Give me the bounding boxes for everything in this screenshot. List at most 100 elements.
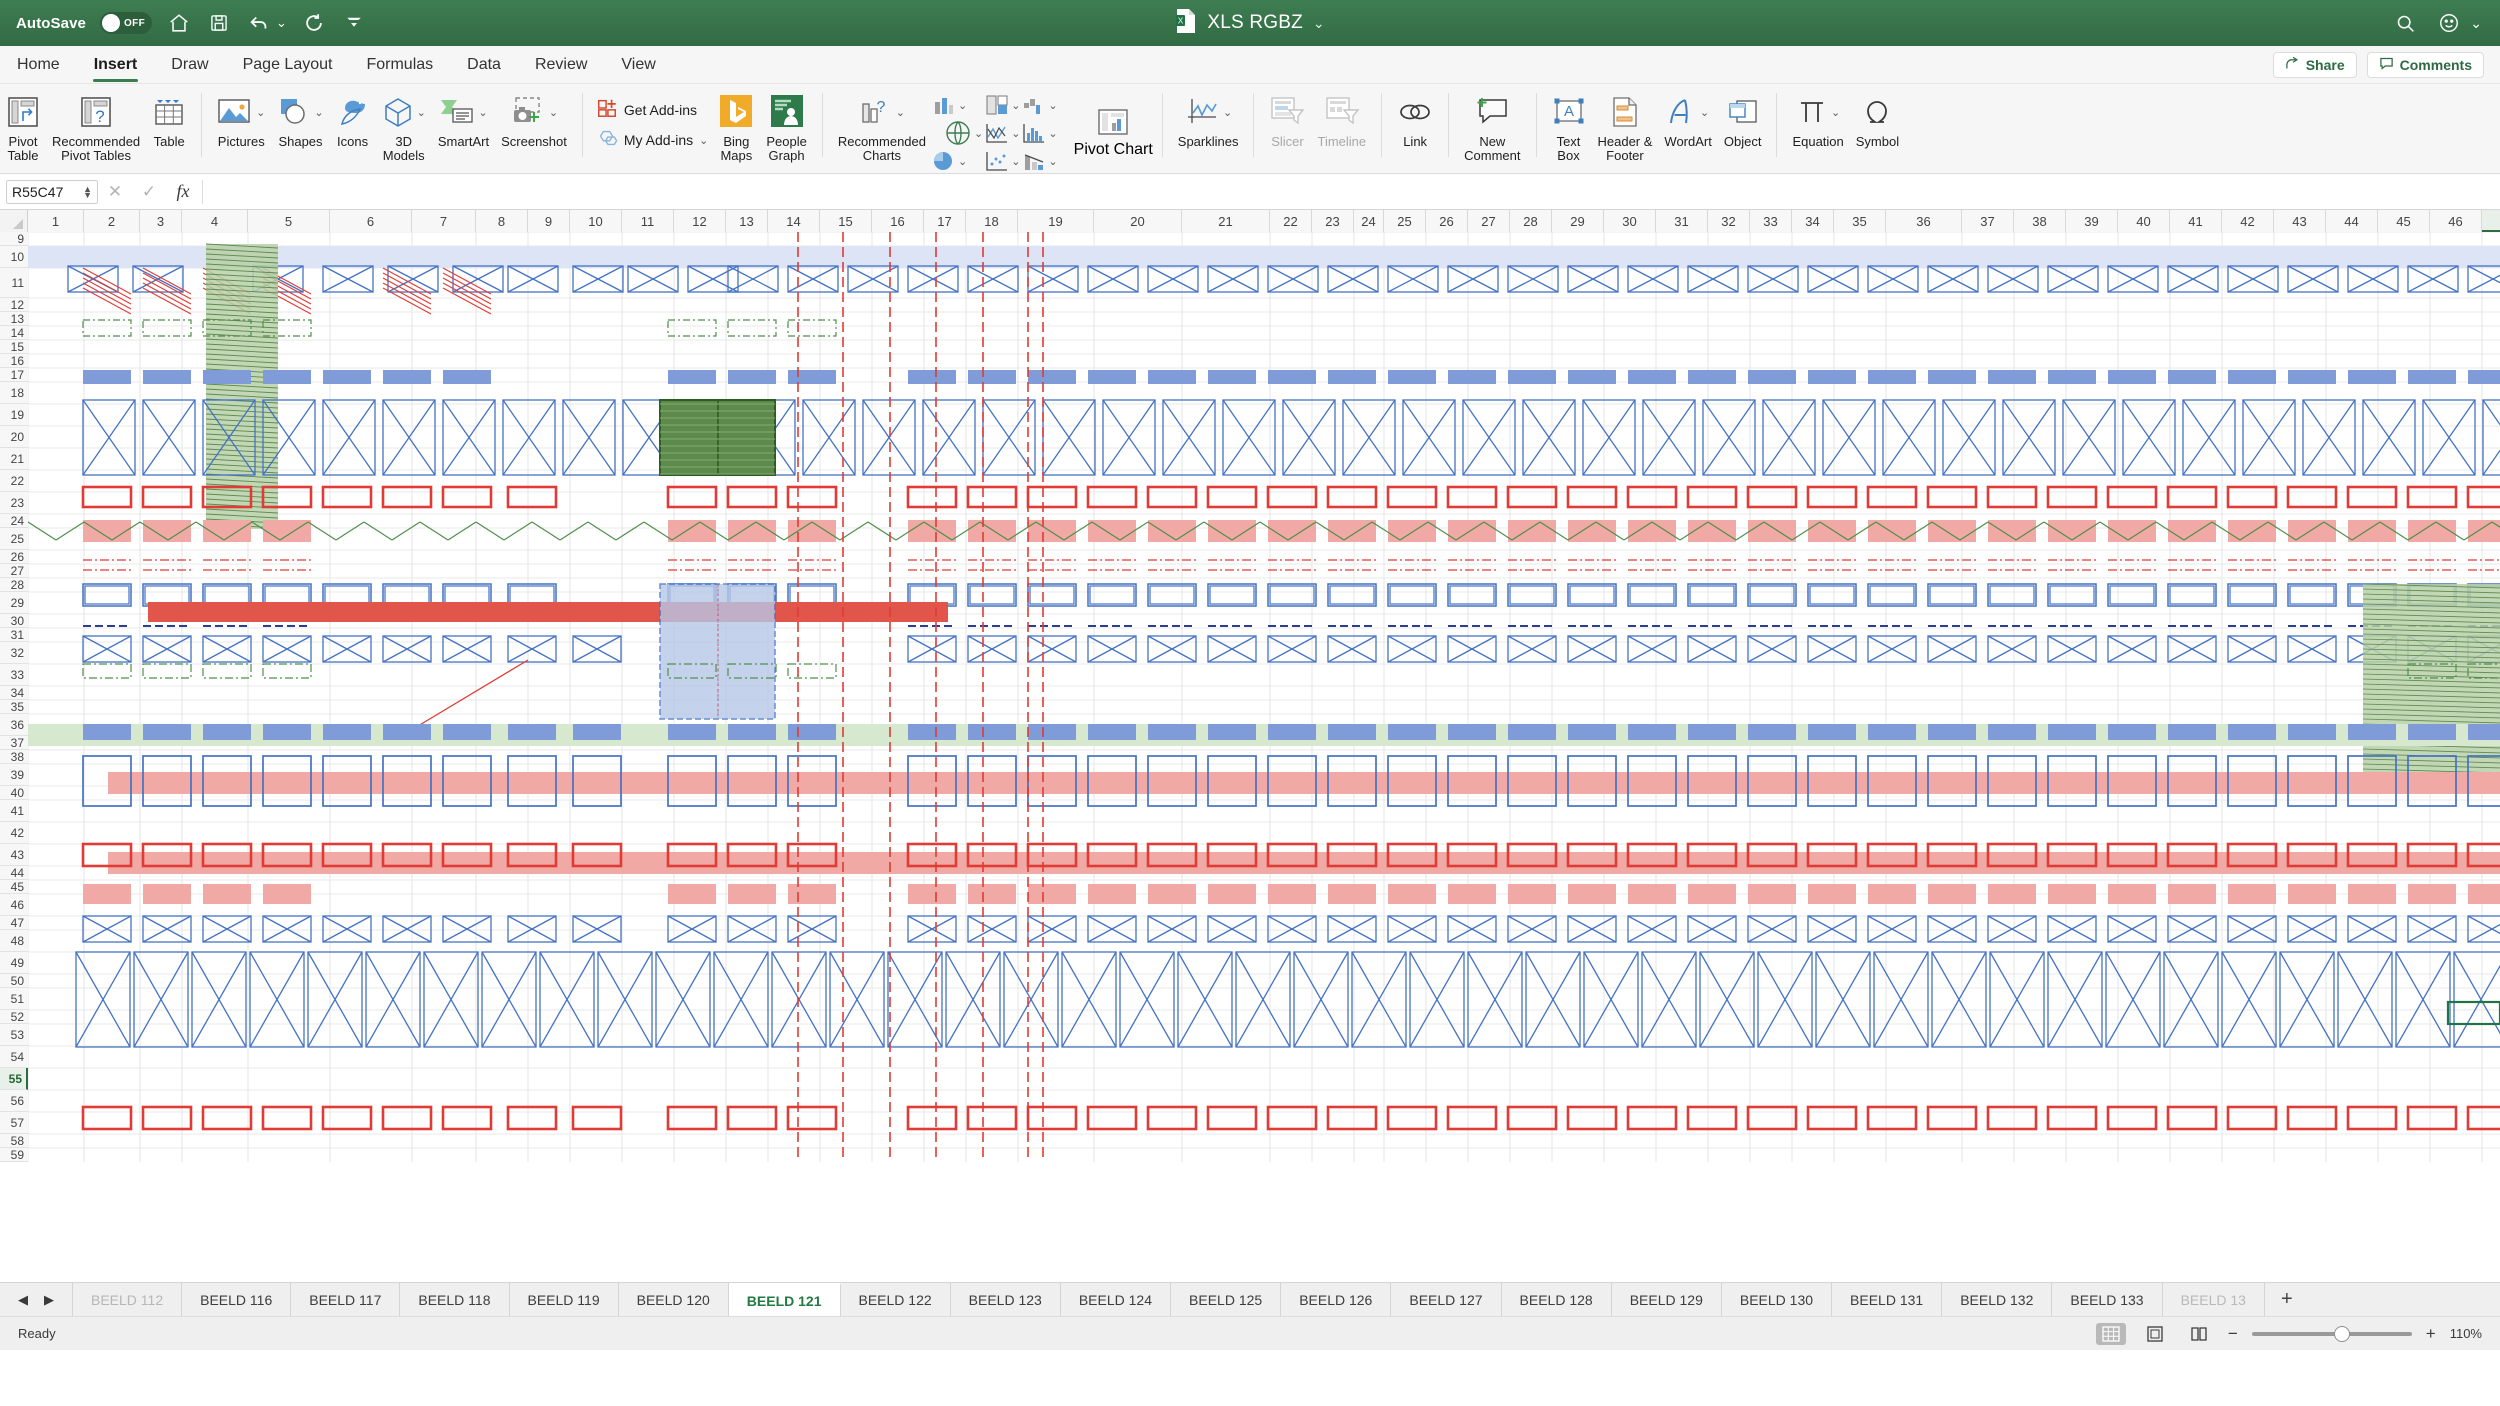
column-header-24[interactable]: 24 <box>1354 210 1384 232</box>
column-header-22[interactable]: 22 <box>1270 210 1312 232</box>
statistic-chart-button[interactable]: ⌄ <box>1022 119 1057 147</box>
row-header-33[interactable]: 33 <box>0 664 28 686</box>
wordart-chevron-icon[interactable]: ⌄ <box>1700 106 1709 119</box>
statistic-chart-chevron-icon[interactable]: ⌄ <box>1048 127 1057 140</box>
column-header-43[interactable]: 43 <box>2274 210 2326 232</box>
sheet-tab-beeld-118[interactable]: BEELD 118 <box>400 1283 509 1316</box>
row-header-40[interactable]: 40 <box>0 786 28 800</box>
row-header-48[interactable]: 48 <box>0 930 28 952</box>
tab-formulas[interactable]: Formulas <box>349 46 450 84</box>
sheet-tab-beeld-127[interactable]: BEELD 127 <box>1391 1283 1501 1316</box>
formula-input[interactable] <box>202 180 2500 204</box>
row-header-59[interactable]: 59 <box>0 1148 28 1162</box>
column-header-27[interactable]: 27 <box>1468 210 1510 232</box>
row-header-20[interactable]: 20 <box>0 426 28 448</box>
row-header-21[interactable]: 21 <box>0 448 28 470</box>
row-header-41[interactable]: 41 <box>0 800 28 822</box>
people-graph-button[interactable]: People Graph <box>760 89 812 165</box>
sheet-tab-beeld-126[interactable]: BEELD 126 <box>1281 1283 1391 1316</box>
row-header-34[interactable]: 34 <box>0 686 28 700</box>
zoom-level-label[interactable]: 110% <box>2450 1326 2482 1341</box>
home-icon[interactable] <box>166 10 192 36</box>
column-header-33[interactable]: 33 <box>1750 210 1792 232</box>
sheet-tab-beeld-132[interactable]: BEELD 132 <box>1942 1283 2052 1316</box>
add-sheet-button[interactable]: + <box>2265 1283 2309 1316</box>
row-header-13[interactable]: 13 <box>0 312 28 326</box>
column-header-38[interactable]: 38 <box>2014 210 2066 232</box>
row-header-39[interactable]: 39 <box>0 764 28 786</box>
column-header-25[interactable]: 25 <box>1384 210 1426 232</box>
column-header-9[interactable]: 9 <box>528 210 570 232</box>
column-header-32[interactable]: 32 <box>1708 210 1750 232</box>
document-title[interactable]: XLS RGBZ <box>1207 12 1303 34</box>
confirm-icon[interactable]: ✓ <box>132 182 166 202</box>
pivot-table-button[interactable]: Pivot Table <box>0 89 46 165</box>
row-header-57[interactable]: 57 <box>0 1112 28 1134</box>
name-box-spinner-icon[interactable]: ▲▼ <box>83 186 92 198</box>
page-break-icon[interactable] <box>2184 1323 2214 1345</box>
comments-button[interactable]: Comments <box>2367 52 2484 78</box>
screenshot-chevron-icon[interactable]: ⌄ <box>549 106 558 119</box>
sheet-tab-beeld-120[interactable]: BEELD 120 <box>619 1283 729 1316</box>
row-header-24[interactable]: 24 <box>0 514 28 528</box>
combo-chart-chevron-icon[interactable]: ⌄ <box>1048 155 1057 168</box>
tab-draw[interactable]: Draw <box>154 46 225 84</box>
undo-chevron-icon[interactable]: ⌄ <box>276 15 287 31</box>
column-header-39[interactable]: 39 <box>2066 210 2118 232</box>
wordart-button[interactable]: ⌄ WordArt <box>1658 89 1717 151</box>
equation-chevron-icon[interactable]: ⌄ <box>1831 106 1840 119</box>
row-header-25[interactable]: 25 <box>0 528 28 550</box>
row-header-14[interactable]: 14 <box>0 326 28 340</box>
column-header-12[interactable]: 12 <box>674 210 726 232</box>
symbol-button[interactable]: Symbol <box>1850 89 1905 151</box>
row-header-54[interactable]: 54 <box>0 1046 28 1068</box>
column-header-42[interactable]: 42 <box>2222 210 2274 232</box>
row-header-28[interactable]: 28 <box>0 578 28 592</box>
row-header-56[interactable]: 56 <box>0 1090 28 1112</box>
recommended-charts-button[interactable]: ?⌄ Recommended Charts <box>832 89 932 165</box>
column-header-40[interactable]: 40 <box>2118 210 2170 232</box>
maps-chevron-icon[interactable]: ⌄ <box>974 127 983 140</box>
shapes-button[interactable]: ⌄ Shapes <box>271 89 329 151</box>
fx-icon[interactable]: fx <box>166 181 200 202</box>
tab-prev-icon[interactable]: ◀ <box>18 1292 28 1308</box>
tab-view[interactable]: View <box>604 46 672 84</box>
waterfall-chart-button[interactable]: ⌄ <box>1022 91 1057 119</box>
column-header-36[interactable]: 36 <box>1886 210 1962 232</box>
hierarchy-chart-chevron-icon[interactable]: ⌄ <box>1011 99 1020 112</box>
column-header-5[interactable]: 5 <box>248 210 330 232</box>
smartart-chevron-icon[interactable]: ⌄ <box>478 106 487 119</box>
column-header-7[interactable]: 7 <box>412 210 476 232</box>
sparklines-chevron-icon[interactable]: ⌄ <box>1223 106 1232 119</box>
spreadsheet-grid[interactable]: 1234567891011121314151617181920212223242… <box>0 210 2500 1282</box>
row-header-9[interactable]: 9 <box>0 232 28 246</box>
row-header-51[interactable]: 51 <box>0 988 28 1010</box>
screenshot-button[interactable]: ⌄ Screenshot <box>495 89 573 151</box>
column-chart-button[interactable]: ⌄ <box>932 91 983 119</box>
row-header-30[interactable]: 30 <box>0 614 28 628</box>
row-header-22[interactable]: 22 <box>0 470 28 492</box>
column-header-35[interactable]: 35 <box>1834 210 1886 232</box>
sheet-tab-beeld-123[interactable]: BEELD 123 <box>951 1283 1061 1316</box>
row-header-47[interactable]: 47 <box>0 916 28 930</box>
column-header-15[interactable]: 15 <box>820 210 872 232</box>
row-header-12[interactable]: 12 <box>0 298 28 312</box>
3d-models-button[interactable]: ⌄ 3D Models <box>376 89 432 165</box>
column-header-10[interactable]: 10 <box>570 210 622 232</box>
header-footer-button[interactable]: Header & Footer <box>1592 89 1659 165</box>
pie-chart-button[interactable]: ⌄ <box>932 147 983 175</box>
row-header-23[interactable]: 23 <box>0 492 28 514</box>
row-header-38[interactable]: 38 <box>0 750 28 764</box>
column-header-46[interactable]: 46 <box>2430 210 2482 232</box>
bing-maps-button[interactable]: Bing Maps <box>712 89 760 165</box>
column-header-4[interactable]: 4 <box>182 210 248 232</box>
sparklines-button[interactable]: ⌄ Sparklines <box>1172 89 1245 151</box>
column-header-28[interactable]: 28 <box>1510 210 1552 232</box>
tab-next-icon[interactable]: ▶ <box>44 1292 54 1308</box>
my-add-ins-chevron-icon[interactable]: ⌄ <box>699 134 708 147</box>
shapes-chevron-icon[interactable]: ⌄ <box>314 106 323 119</box>
sheet-tab-beeld-129[interactable]: BEELD 129 <box>1612 1283 1722 1316</box>
row-header-18[interactable]: 18 <box>0 382 28 404</box>
sheet-tab-beeld-116[interactable]: BEELD 116 <box>182 1283 291 1316</box>
column-header-20[interactable]: 20 <box>1094 210 1182 232</box>
